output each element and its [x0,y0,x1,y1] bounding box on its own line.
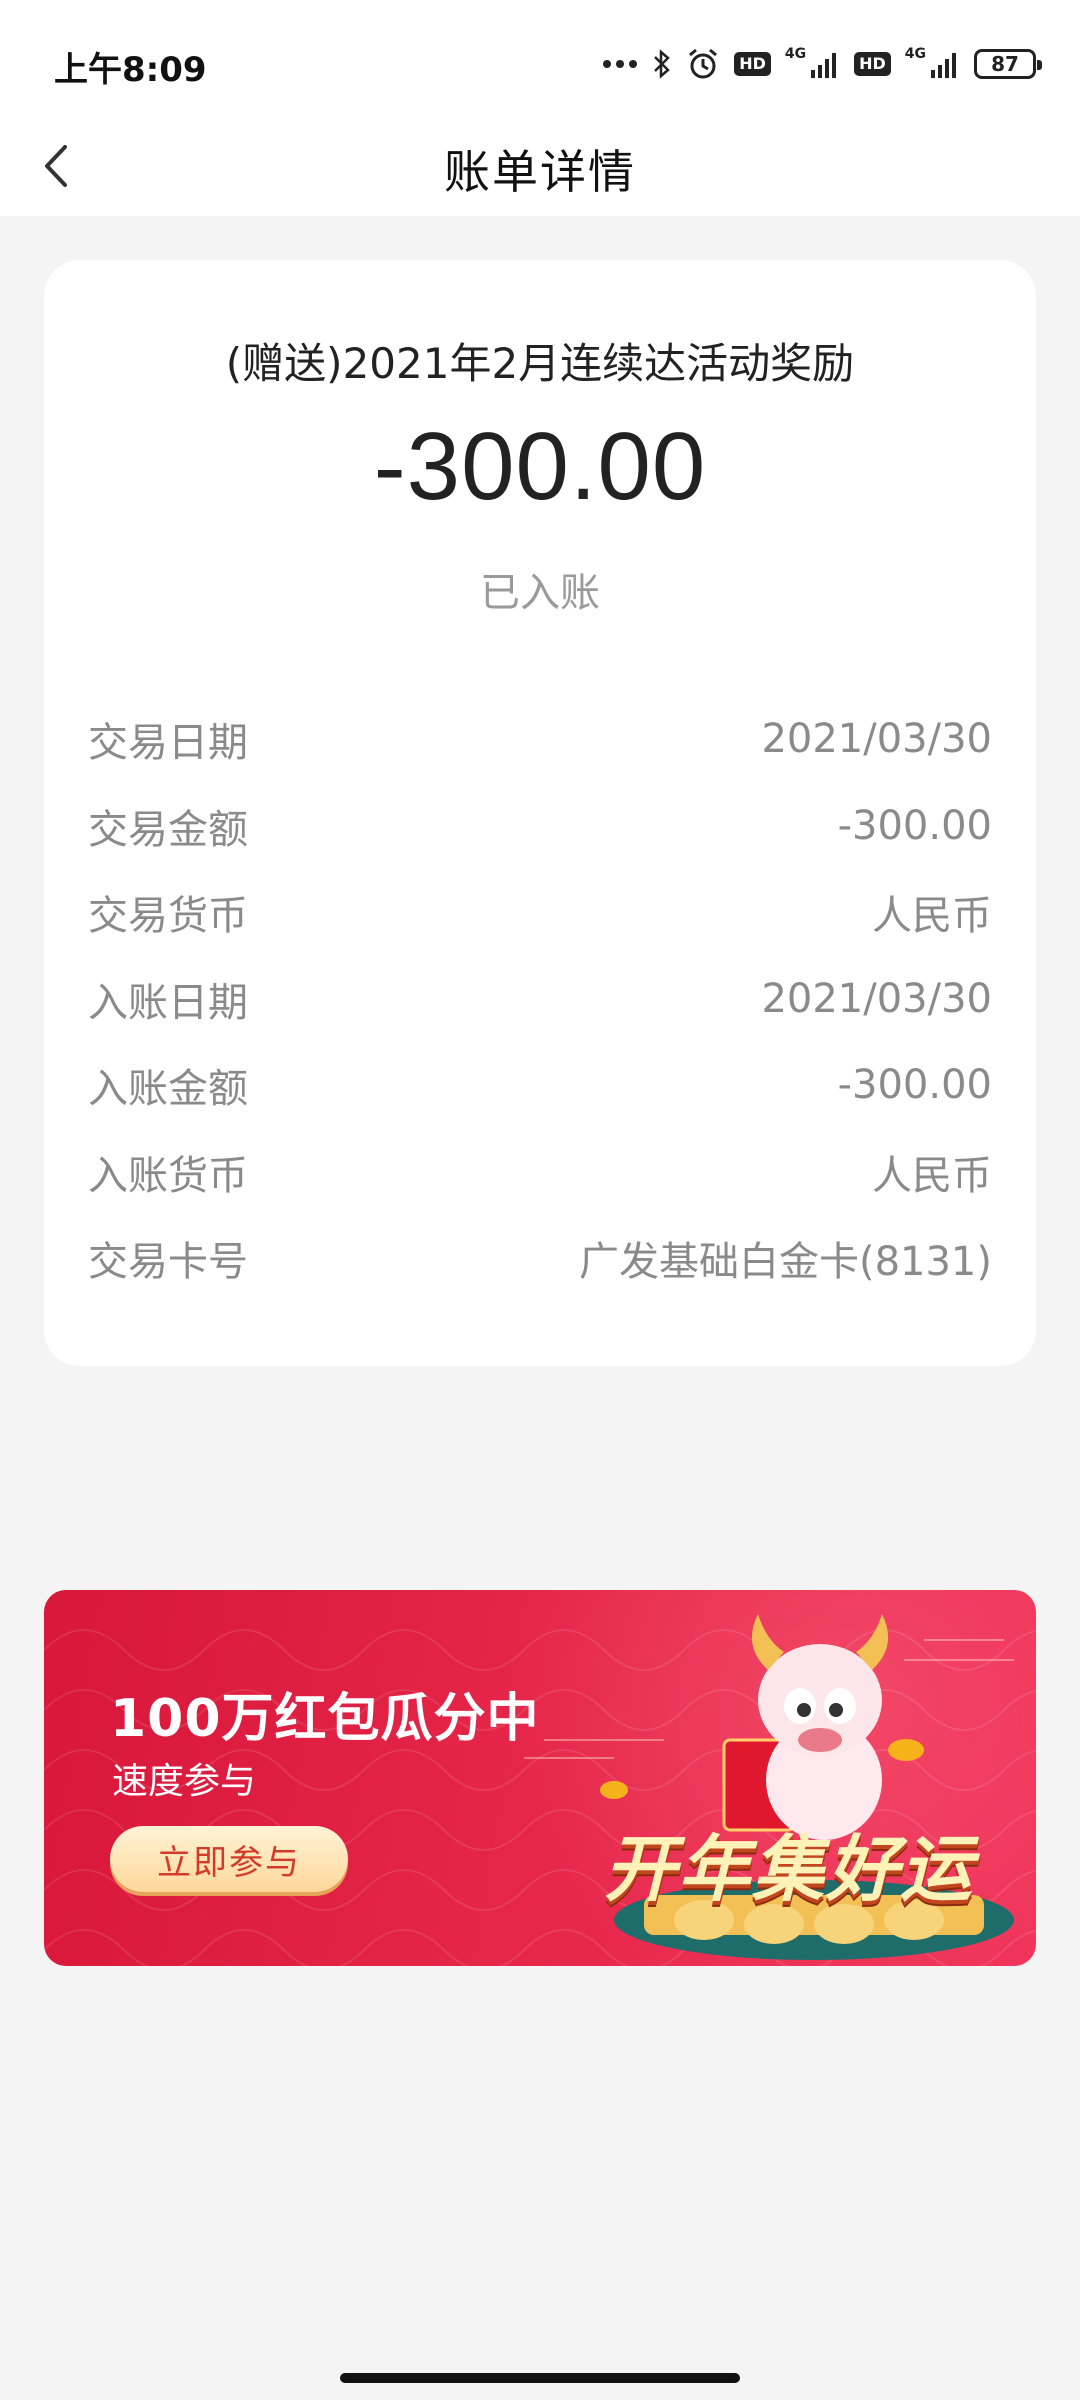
hd-badge-1: HD [734,52,771,76]
detail-label: 入账金额 [88,1066,248,1113]
detail-row-posting-amount: 入账金额 -300.00 [88,1042,992,1129]
detail-row-posting-currency: 入账货币 人民币 [88,1129,992,1216]
detail-label: 交易货币 [88,893,248,940]
promo-banner[interactable]: 100万红包瓜分中 速度参与 立即参与 开年集好运 [44,1590,1036,1966]
page-title: 账单详情 [444,145,636,199]
detail-label: 交易卡号 [88,1239,248,1286]
nav-bar: 账单详情 [0,116,1080,216]
home-indicator[interactable] [340,2373,740,2383]
detail-value: 2021/03/30 [761,975,992,1022]
detail-value: -300.00 [837,1062,992,1109]
detail-value: 广发基础白金卡(8131) [578,1239,992,1286]
detail-list: 交易日期 2021/03/30 交易金额 -300.00 交易货币 人民币 入账… [88,696,992,1302]
transaction-detail-card: (赠送)2021年2月连续达活动奖励 -300.00 已入账 交易日期 2021… [44,260,1036,1366]
detail-row-transaction-currency: 交易货币 人民币 [88,869,992,956]
detail-label: 入账货币 [88,1152,248,1199]
bluetooth-icon [652,48,672,80]
signal-icon-1 [810,50,840,78]
detail-row-transaction-amount: 交易金额 -300.00 [88,783,992,870]
transaction-amount: -300.00 [373,413,707,520]
detail-row-card-number: 交易卡号 广发基础白金卡(8131) [88,1215,992,1302]
status-icons: HD 4G HD 4G 87 [602,44,1042,84]
detail-label: 交易金额 [88,806,248,853]
battery-icon: 87 [974,49,1042,79]
detail-value: 2021/03/30 [761,716,992,763]
status-bar: 上午8:09 HD 4G HD 4G 87 [0,0,1080,116]
transaction-title: (赠送)2021年2月连续达活动奖励 [225,339,855,388]
detail-value: -300.00 [837,802,992,849]
join-now-button[interactable]: 立即参与 [110,1826,348,1892]
detail-row-posting-date: 入账日期 2021/03/30 [88,956,992,1043]
promo-slogan: 开年集好运 [604,1827,975,1911]
promo-headline: 100万红包瓜分中 [110,1689,540,1749]
alarm-icon [686,47,720,81]
detail-value: 人民币 [872,1152,992,1199]
detail-label: 交易日期 [88,720,248,767]
transaction-status: 已入账 [480,570,600,616]
promo-subtitle: 速度参与 [112,1761,257,1802]
detail-value: 人民币 [872,893,992,940]
detail-row-transaction-date: 交易日期 2021/03/30 [88,696,992,783]
signal-icon-2 [930,50,960,78]
hd-badge-2: HD [854,52,891,76]
detail-label: 入账日期 [88,979,248,1026]
status-time: 上午8:09 [54,50,207,90]
network-label-2: 4G [904,46,926,62]
more-dots-icon [602,59,638,69]
network-label-1: 4G [784,46,807,62]
